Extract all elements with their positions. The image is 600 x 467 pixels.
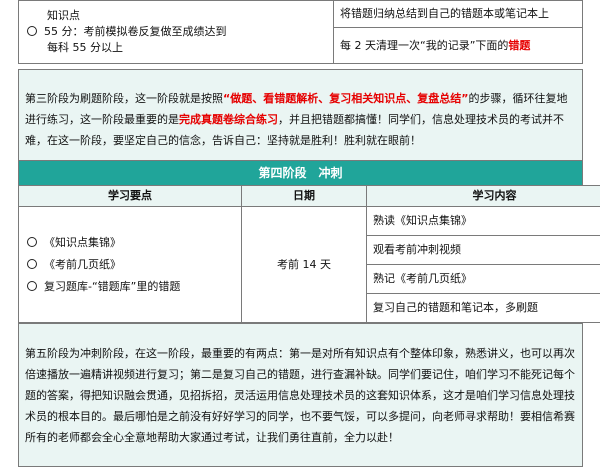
point-bullet-line: 55 分：考前模拟卷反复做至成绩达到 (25, 24, 327, 40)
header-date: 日期 (242, 186, 367, 207)
bullet-icon (27, 237, 37, 247)
bullet-icon (27, 26, 37, 36)
content-cell: 熟记《考前几页纸》 (367, 265, 600, 294)
stage4-plan-table: 学习要点 日期 学习内容 《知识点集锦》 《考前几页纸》 复习题库-“错题库”里… (18, 185, 600, 323)
bullet-icon (27, 259, 37, 269)
content-cell: 观看考前冲刺视频 (367, 236, 600, 265)
point-item: 《知识点集锦》 (25, 232, 235, 254)
point-text: 《考前几页纸》 (44, 258, 121, 271)
point-item: 《考前几页纸》 (25, 254, 235, 276)
stage4-title: 第四阶段 冲刺 (19, 161, 583, 186)
header-content: 学习内容 (367, 186, 600, 207)
stage5-summary: 第五阶段为冲刺阶段，在这一阶段，最重要的有两点：第一是对所有知识点有个整体印象，… (18, 323, 583, 467)
stage3-plan-table-tail: 知识点 55 分：考前模拟卷反复做至成绩达到 每科 55 分以上 将错题归纳总结… (18, 0, 583, 64)
point-text: 复习题库-“错题库”里的错题 (44, 280, 180, 293)
stage3-points-cell: 知识点 55 分：考前模拟卷反复做至成绩达到 每科 55 分以上 (19, 1, 334, 64)
content-cell: 每 2 天清理一次“我的记录”下面的错题 (334, 28, 583, 64)
point-line: 知识点 (25, 8, 327, 24)
content-highlight: 错题 (508, 39, 530, 52)
stage3-summary: 第三阶段为刷题阶段，这一阶段就是按照“做题、看错题解析、复习相关知识点、复盘总结… (18, 69, 583, 169)
bullet-icon (27, 281, 37, 291)
point-text: 《知识点集锦》 (44, 236, 121, 249)
header-points: 学习要点 (19, 186, 242, 207)
date-cell: 考前 14 天 (242, 207, 367, 323)
para-highlight: “做题、看错题解析、复习相关知识点、复盘总结” (223, 92, 468, 105)
point-line: 每科 55 分以上 (25, 40, 327, 56)
para-highlight: 完成真题卷综合练习 (179, 113, 278, 126)
para-text: 第三阶段为刷题阶段，这一阶段就是按照 (25, 92, 223, 105)
document-page: 知识点 55 分：考前模拟卷反复做至成绩达到 每科 55 分以上 将错题归纳总结… (0, 0, 600, 457)
content-text: 每 2 天清理一次“我的记录”下面的 (340, 39, 508, 52)
stage3-paragraph: 第三阶段为刷题阶段，这一阶段就是按照“做题、看错题解析、复习相关知识点、复盘总结… (19, 70, 583, 169)
content-cell: 复习自己的错题和笔记本，多刷题 (367, 294, 600, 323)
stage5-paragraph: 第五阶段为冲刺阶段，在这一阶段，最重要的有两点：第一是对所有知识点有个整体印象，… (19, 324, 583, 467)
point-item: 复习题库-“错题库”里的错题 (25, 276, 235, 298)
content-cell: 将错题归纳总结到自己的错题本或笔记本上 (334, 1, 583, 28)
stage4-header: 第四阶段 冲刺 (18, 160, 583, 186)
content-cell: 熟读《知识点集锦》 (367, 207, 600, 236)
points-cell: 《知识点集锦》 《考前几页纸》 复习题库-“错题库”里的错题 (19, 207, 242, 323)
point-line: 55 分：考前模拟卷反复做至成绩达到 (44, 25, 227, 38)
